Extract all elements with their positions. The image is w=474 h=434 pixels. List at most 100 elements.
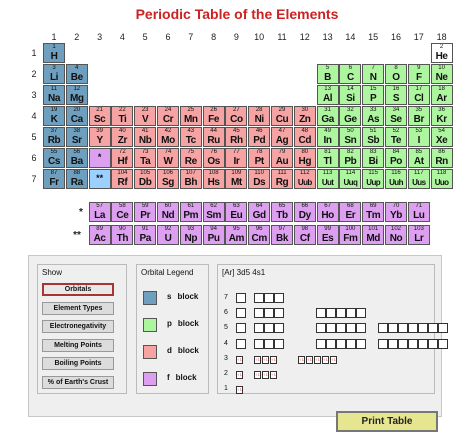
element-cell[interactable]: 31 Ga	[316, 106, 339, 126]
element-cell[interactable]: 30 Zn	[293, 106, 316, 126]
element-cell[interactable]: 60 Nd	[157, 202, 179, 222]
element-cell[interactable]: 83 Bi	[362, 148, 385, 168]
element-cell[interactable]: 28 Ni	[248, 106, 271, 126]
element-cell[interactable]: 27 Co	[225, 106, 248, 126]
element-cell[interactable]: 21 Sc	[88, 106, 111, 126]
element-cell[interactable]: 103 Lr	[407, 225, 430, 245]
element-cell[interactable]: 102 No	[385, 225, 407, 245]
element-cell[interactable]: 90 Th	[111, 225, 134, 245]
element-cell[interactable]: 7N	[362, 64, 385, 84]
element-cell[interactable]: 72 Hf	[111, 148, 134, 168]
element-cell[interactable]: 74 W	[157, 148, 179, 168]
element-cell[interactable]: 78 Pt	[248, 148, 271, 168]
element-cell[interactable]: 37 Rb	[43, 127, 65, 147]
element-cell[interactable]: 44 Ru	[202, 127, 225, 147]
element-cell[interactable]: 50 Sn	[339, 127, 362, 147]
element-cell[interactable]: 14 Si	[339, 85, 362, 105]
element-cell[interactable]: 39 Y	[88, 127, 111, 147]
show-option-button[interactable]: Boiling Points	[42, 357, 114, 370]
element-cell[interactable]: 92 U	[157, 225, 179, 245]
element-cell[interactable]: 67 Ho	[316, 202, 339, 222]
element-cell[interactable]: 2 He	[430, 43, 453, 63]
element-cell[interactable]: 5B	[316, 64, 339, 84]
element-cell[interactable]: 80 Hg	[293, 148, 316, 168]
element-cell[interactable]: 91 Pa	[134, 225, 157, 245]
element-cell[interactable]: 79 Au	[271, 148, 293, 168]
element-cell[interactable]: 110 Ds	[248, 169, 271, 189]
element-cell[interactable]: 112 Uub	[293, 169, 316, 189]
element-cell[interactable]: 82 Pb	[339, 148, 362, 168]
element-cell[interactable]: 113 Uut	[316, 169, 339, 189]
element-cell[interactable]: 65 Tb	[271, 202, 293, 222]
element-cell[interactable]: 47 Ag	[271, 127, 293, 147]
element-cell[interactable]: 23 V	[134, 106, 157, 126]
element-cell[interactable]: 42 Mo	[157, 127, 179, 147]
element-cell[interactable]: 115 Uup	[362, 169, 385, 189]
element-cell[interactable]: 19 K	[43, 106, 65, 126]
element-cell[interactable]: 49 In	[316, 127, 339, 147]
element-cell[interactable]: 77 Ir	[225, 148, 248, 168]
element-cell[interactable]: 51 Sb	[362, 127, 385, 147]
element-cell[interactable]: 116 Uuh	[385, 169, 407, 189]
element-cell[interactable]: 33 As	[362, 106, 385, 126]
element-cell[interactable]: 34 Se	[385, 106, 407, 126]
element-cell[interactable]: 40 Zr	[111, 127, 134, 147]
element-cell[interactable]: 70 Yb	[385, 202, 407, 222]
element-cell[interactable]: **	[88, 169, 111, 189]
element-cell[interactable]: 38 Sr	[65, 127, 88, 147]
element-cell[interactable]: 93 Np	[179, 225, 202, 245]
element-cell[interactable]: 26 Fe	[202, 106, 225, 126]
element-cell[interactable]: 114 Uuq	[339, 169, 362, 189]
element-cell[interactable]: 35 Br	[407, 106, 430, 126]
element-cell[interactable]: 75 Re	[179, 148, 202, 168]
show-option-button[interactable]: % of Earth's Crust	[42, 375, 114, 389]
element-cell[interactable]: 13 Al	[316, 85, 339, 105]
element-cell[interactable]: 61 Pm	[179, 202, 202, 222]
element-cell[interactable]: 96 Cm	[248, 225, 271, 245]
element-cell[interactable]: 57 La	[88, 202, 111, 222]
element-cell[interactable]: 69 Tm	[362, 202, 385, 222]
element-cell[interactable]: 106 Sg	[157, 169, 179, 189]
element-cell[interactable]: 54 Xe	[430, 127, 453, 147]
show-option-button[interactable]: Element Types	[42, 301, 114, 315]
element-cell[interactable]: 4 Be	[65, 64, 88, 84]
show-option-button[interactable]: Orbitals	[42, 283, 114, 296]
element-cell[interactable]: 59 Pr	[134, 202, 157, 222]
element-cell[interactable]: 48 Cd	[293, 127, 316, 147]
element-cell[interactable]: 88 Ra	[65, 169, 88, 189]
element-cell[interactable]: 76 Os	[202, 148, 225, 168]
element-cell[interactable]: 9F	[407, 64, 430, 84]
element-cell[interactable]: 24 Cr	[157, 106, 179, 126]
element-cell[interactable]: 108 Hs	[202, 169, 225, 189]
element-cell[interactable]: 41 Nb	[134, 127, 157, 147]
element-cell[interactable]: 81 Tl	[316, 148, 339, 168]
element-cell[interactable]: 10 Ne	[430, 64, 453, 84]
print-table-button[interactable]: Print Table	[336, 411, 438, 432]
element-cell[interactable]: 36 Kr	[430, 106, 453, 126]
element-cell[interactable]: 17 Cl	[407, 85, 430, 105]
element-cell[interactable]: 6C	[339, 64, 362, 84]
element-cell[interactable]: 100 Fm	[339, 225, 362, 245]
element-cell[interactable]: 101 Md	[362, 225, 385, 245]
element-cell[interactable]: 118 Uuo	[430, 169, 453, 189]
element-cell[interactable]: 109 Mt	[225, 169, 248, 189]
element-cell[interactable]: 68 Er	[339, 202, 362, 222]
element-cell[interactable]: 58 Ce	[111, 202, 134, 222]
element-cell[interactable]: 12 Mg	[65, 85, 88, 105]
element-cell[interactable]: 66 Dy	[293, 202, 316, 222]
element-cell[interactable]: 52 Te	[385, 127, 407, 147]
element-cell[interactable]: 55 Cs	[43, 148, 65, 168]
element-cell[interactable]: 15 P	[362, 85, 385, 105]
element-cell[interactable]: 98 Cf	[293, 225, 316, 245]
element-cell[interactable]: 84 Po	[385, 148, 407, 168]
element-cell[interactable]: 104 Rf	[111, 169, 134, 189]
element-cell[interactable]: *	[88, 148, 111, 168]
element-cell[interactable]: 64 Gd	[248, 202, 271, 222]
element-cell[interactable]: 105 Db	[134, 169, 157, 189]
element-cell[interactable]: 11 Na	[43, 85, 65, 105]
element-cell[interactable]: 73 Ta	[134, 148, 157, 168]
element-cell[interactable]: 8O	[385, 64, 407, 84]
element-cell[interactable]: 99 Es	[316, 225, 339, 245]
element-cell[interactable]: 53 I	[407, 127, 430, 147]
element-cell[interactable]: 32 Ge	[339, 106, 362, 126]
